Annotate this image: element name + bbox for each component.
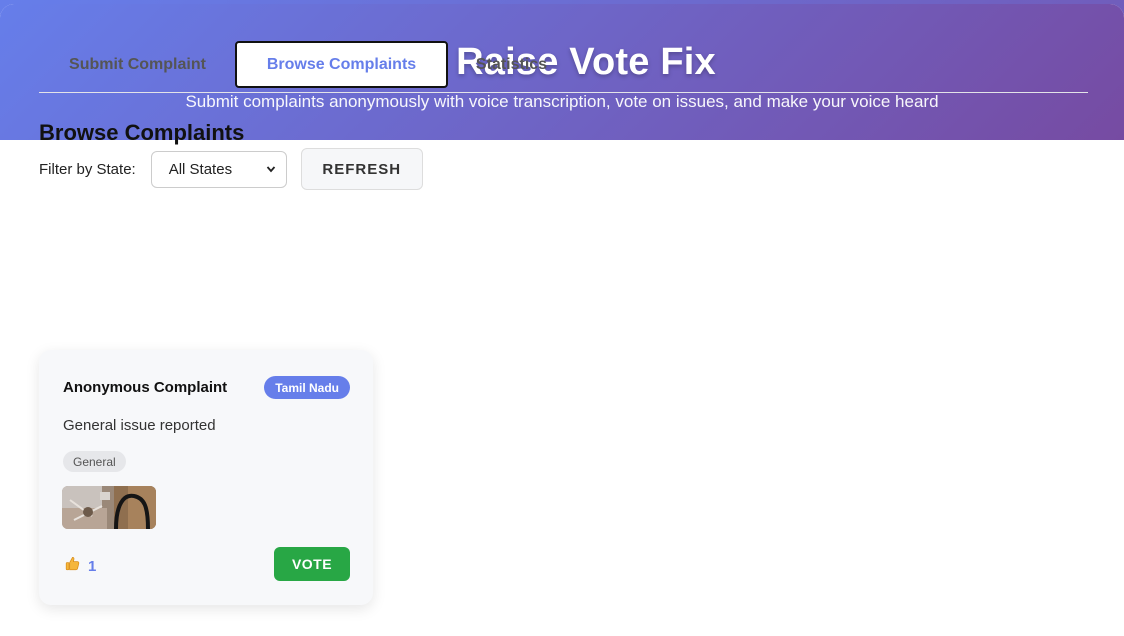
section-title: Browse Complaints	[39, 120, 245, 145]
vote-count-value: 1	[88, 557, 97, 575]
tab-bar: Submit Complaint Browse Complaints Stati…	[39, 41, 1088, 93]
complaint-description: General issue reported	[63, 417, 216, 434]
complaint-card: Anonymous Complaint Tamil Nadu General i…	[39, 350, 373, 605]
filter-label: Filter by State:	[39, 160, 136, 178]
tab-browse-complaints[interactable]: Browse Complaints	[235, 41, 448, 88]
refresh-button[interactable]: REFRESH	[300, 148, 423, 190]
app-subtitle: Submit complaints anonymously with voice…	[185, 92, 939, 111]
thumbs-up-icon	[65, 556, 80, 576]
state-filter-value: All States	[168, 160, 233, 178]
complaint-photo[interactable]	[62, 486, 156, 529]
category-tag: General	[63, 451, 126, 472]
state-filter-select[interactable]: All States	[150, 150, 287, 188]
complaint-title: Anonymous Complaint	[63, 379, 228, 396]
state-badge: Tamil Nadu	[264, 376, 350, 399]
app-container: Raise Vote Fix Submit complaints anonymo…	[0, 4, 1124, 636]
vote-button[interactable]: VOTE	[274, 547, 350, 581]
chevron-down-icon	[266, 161, 276, 178]
filter-row: Filter by State: All States REFRESH	[39, 148, 423, 190]
vote-count: 1	[65, 556, 96, 576]
tab-statistics[interactable]: Statistics	[448, 41, 575, 88]
tab-submit-complaint[interactable]: Submit Complaint	[39, 41, 236, 88]
